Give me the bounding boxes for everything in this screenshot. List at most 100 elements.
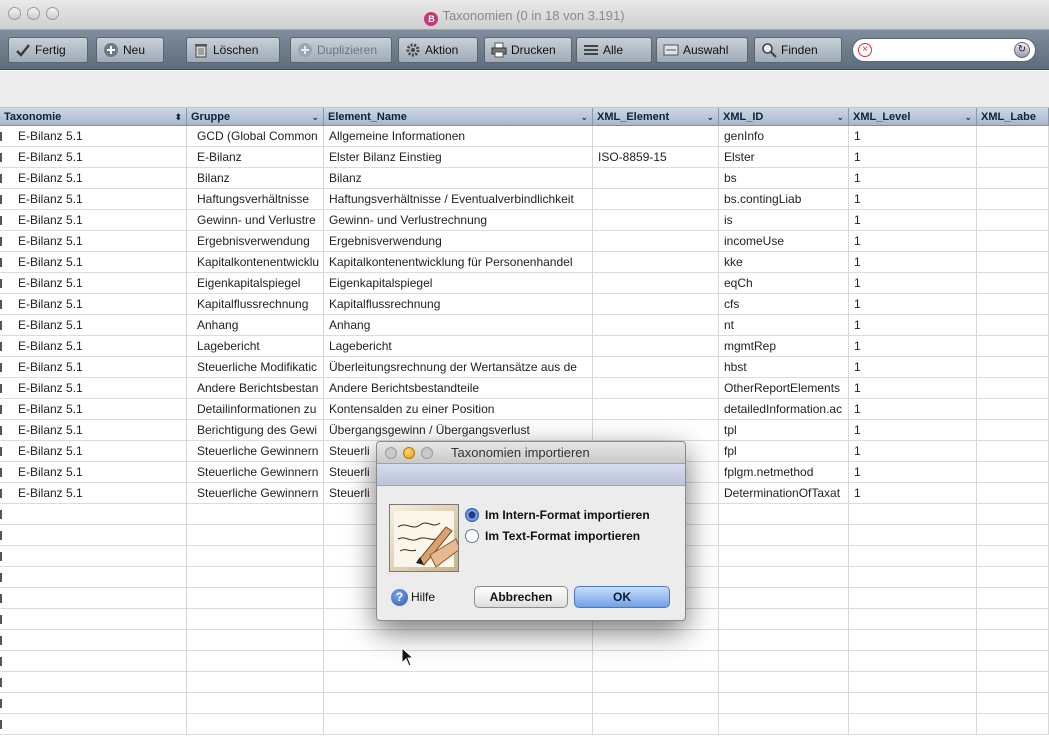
table-row[interactable] [0,714,1049,735]
cell-xml-label[interactable] [977,294,1049,315]
table-row[interactable]: E-Bilanz 5.1 Steuerliche Modifikatic Überl… [0,357,1049,378]
cell-xml-id[interactable]: Elster [719,147,849,168]
cell-gruppe[interactable] [187,567,324,588]
cell-xml-element[interactable] [593,399,719,420]
cell-xml-label[interactable] [977,357,1049,378]
column-header-taxonomie[interactable]: Taxonomie ⬍ [0,108,187,126]
cell-xml-level[interactable] [849,672,977,693]
cell-gruppe[interactable]: E-Bilanz [187,147,324,168]
cell-xml-id[interactable] [719,588,849,609]
cell-element-name[interactable]: Anhang [324,315,593,336]
cell-taxonomie[interactable]: E-Bilanz 5.1 [0,252,187,273]
option-text-format[interactable]: Im Text-Format importieren [465,527,640,545]
cell-xml-level[interactable]: 1 [849,399,977,420]
table-row[interactable]: E-Bilanz 5.1 E-Bilanz Elster Bilanz Einsti… [0,147,1049,168]
cell-xml-id[interactable]: genInfo [719,126,849,147]
cell-xml-id[interactable] [719,546,849,567]
cell-xml-label[interactable] [977,399,1049,420]
cell-xml-level[interactable]: 1 [849,147,977,168]
help-button[interactable]: ? Hilfe [391,589,435,607]
column-header-xml-element[interactable]: XML_Element ⌄ [593,108,719,126]
cell-xml-element[interactable] [593,168,719,189]
cell-xml-label[interactable] [977,462,1049,483]
cell-xml-label[interactable] [977,147,1049,168]
cell-xml-id[interactable] [719,672,849,693]
cell-gruppe[interactable]: Kapitalkontenentwicklu [187,252,324,273]
cell-taxonomie[interactable] [0,525,187,546]
cell-taxonomie[interactable] [0,714,187,735]
cell-xml-label[interactable] [977,126,1049,147]
cell-xml-level[interactable]: 1 [849,357,977,378]
cell-xml-level[interactable] [849,546,977,567]
cell-gruppe[interactable]: Anhang [187,315,324,336]
cell-xml-level[interactable]: 1 [849,483,977,504]
cell-xml-id[interactable]: OtherReportElements [719,378,849,399]
clear-search-icon[interactable]: × [858,43,872,57]
cell-gruppe[interactable] [187,525,324,546]
cell-gruppe[interactable] [187,672,324,693]
cell-taxonomie[interactable]: E-Bilanz 5.1 [0,189,187,210]
cell-xml-id[interactable] [719,693,849,714]
cell-taxonomie[interactable]: E-Bilanz 5.1 [0,336,187,357]
cell-xml-level[interactable] [849,630,977,651]
cell-xml-level[interactable] [849,693,977,714]
cell-xml-id[interactable]: kke [719,252,849,273]
cell-xml-element[interactable] [593,714,719,735]
cell-xml-level[interactable]: 1 [849,420,977,441]
column-header-xml-level[interactable]: XML_Level ⌄ [849,108,977,126]
cell-element-name[interactable] [324,714,593,735]
cell-xml-level[interactable]: 1 [849,168,977,189]
cell-taxonomie[interactable] [0,609,187,630]
cell-xml-label[interactable] [977,714,1049,735]
cell-gruppe[interactable] [187,588,324,609]
table-row[interactable]: E-Bilanz 5.1 Haftungsverhältnisse Haftungs… [0,189,1049,210]
cell-gruppe[interactable]: Bilanz [187,168,324,189]
table-row[interactable]: E-Bilanz 5.1 Eigenkapitalspiegel Eigenkapi… [0,273,1049,294]
cell-element-name[interactable]: Gewinn- und Verlustrechnung [324,210,593,231]
cell-xml-element[interactable] [593,336,719,357]
table-row[interactable] [0,651,1049,672]
cell-xml-element[interactable] [593,378,719,399]
cell-xml-level[interactable]: 1 [849,378,977,399]
cell-taxonomie[interactable]: E-Bilanz 5.1 [0,378,187,399]
table-row[interactable]: E-Bilanz 5.1 Andere Berichtsbestan Andere … [0,378,1049,399]
cell-xml-level[interactable]: 1 [849,210,977,231]
cell-gruppe[interactable]: Steuerliche Gewinnern [187,441,324,462]
cell-xml-id[interactable] [719,714,849,735]
cell-element-name[interactable]: Kontensalden zu einer Position [324,399,593,420]
cell-xml-level[interactable] [849,651,977,672]
cell-gruppe[interactable]: Steuerliche Modifikatic [187,357,324,378]
table-row[interactable]: E-Bilanz 5.1 Kapitalflussrechnung Kapitalf… [0,294,1049,315]
neu-button[interactable]: Neu [96,37,164,63]
loeschen-button[interactable]: Löschen [186,37,280,63]
cell-xml-id[interactable] [719,651,849,672]
table-row[interactable]: E-Bilanz 5.1 Bilanz Bilanz bs 1 [0,168,1049,189]
cell-xml-level[interactable] [849,567,977,588]
cell-xml-level[interactable] [849,714,977,735]
cell-xml-level[interactable]: 1 [849,273,977,294]
cell-xml-element[interactable] [593,630,719,651]
cell-xml-label[interactable] [977,525,1049,546]
cell-xml-label[interactable] [977,693,1049,714]
cell-taxonomie[interactable] [0,693,187,714]
cell-xml-level[interactable]: 1 [849,126,977,147]
sort-arrows-icon[interactable]: ⬍ [174,108,182,126]
column-header-gruppe[interactable]: Gruppe ⌄ [187,108,324,126]
table-row[interactable]: E-Bilanz 5.1 Anhang Anhang nt 1 [0,315,1049,336]
cell-xml-label[interactable] [977,168,1049,189]
cell-taxonomie[interactable] [0,651,187,672]
cell-xml-id[interactable]: cfs [719,294,849,315]
cell-xml-element[interactable] [593,231,719,252]
cell-taxonomie[interactable]: E-Bilanz 5.1 [0,462,187,483]
cell-taxonomie[interactable] [0,504,187,525]
cell-gruppe[interactable]: Eigenkapitalspiegel [187,273,324,294]
cell-gruppe[interactable]: Lagebericht [187,336,324,357]
cell-taxonomie[interactable]: E-Bilanz 5.1 [0,231,187,252]
cell-xml-label[interactable] [977,315,1049,336]
cell-xml-label[interactable] [977,252,1049,273]
cell-xml-label[interactable] [977,504,1049,525]
cell-gruppe[interactable] [187,609,324,630]
dialog-zoom-button[interactable] [421,447,433,459]
cell-gruppe[interactable] [187,651,324,672]
cell-xml-label[interactable] [977,210,1049,231]
